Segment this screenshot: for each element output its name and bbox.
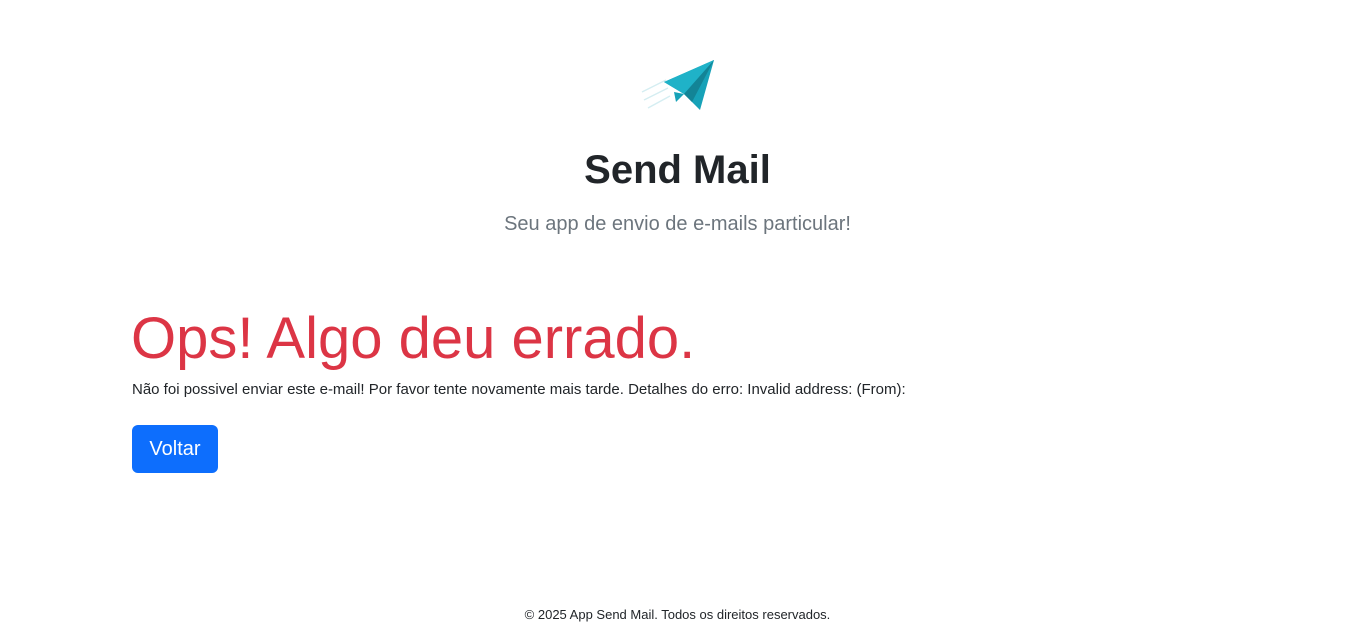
paper-plane-icon (640, 58, 716, 114)
app-subtitle: Seu app de envio de e-mails particular! (504, 213, 851, 235)
footer-copyright: © 2025 App Send Mail. Todos os direitos … (524, 607, 831, 622)
app-title: Send Mail (584, 148, 771, 192)
back-button[interactable]: Voltar (132, 425, 218, 473)
page: Send Mail Seu app de envio de e-mails pa… (0, 0, 1355, 637)
error-message: Não foi possivel enviar este e-mail! Por… (132, 381, 906, 398)
error-title: Ops! Algo deu errado. (131, 306, 696, 371)
